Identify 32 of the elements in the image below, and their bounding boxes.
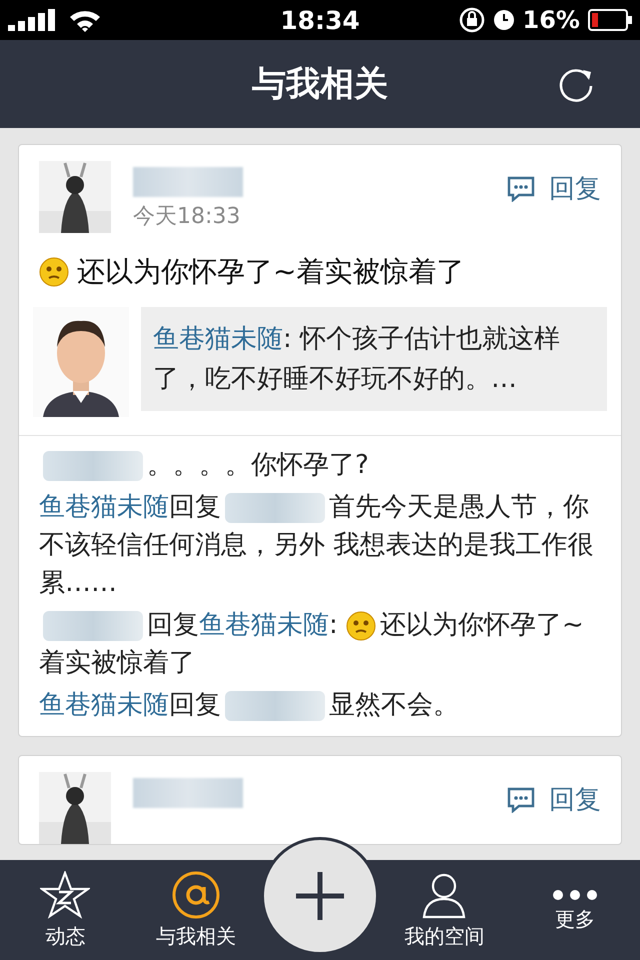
battery-icon — [588, 9, 632, 31]
page-title: 与我相关 — [252, 63, 388, 106]
tab-item[interactable]: 我的空间 — [379, 870, 510, 950]
comment-text: 回复鱼巷猫未随: 还以为你怀孕了~着实被惊着了 — [39, 609, 585, 680]
reply-button[interactable]: 回复 — [507, 772, 601, 817]
battery-percent: 16% — [522, 6, 580, 34]
at-sign-icon — [172, 870, 220, 918]
comment-text: 鱼巷猫未随回复 首先今天是愚人节，你不该轻信任何消息，另外 我想表达的是我工作很累…… — [39, 491, 594, 600]
post-text: 还以为你怀孕了~着实被惊着了 — [39, 253, 601, 291]
comment-icon — [507, 176, 535, 202]
user-link[interactable]: 鱼巷猫未随 — [153, 324, 283, 354]
alarm-icon — [492, 9, 515, 31]
user-link[interactable]: 鱼巷猫未随 — [39, 492, 169, 522]
tab-item[interactable]: 动态 — [0, 870, 130, 950]
star-icon — [40, 870, 90, 918]
comment-text: 。。。。你怀孕了? — [39, 446, 601, 484]
quoted-text: 鱼巷猫未随: 怀个孩子估计也就这样了，吃不好睡不好玩不好的。… — [141, 307, 607, 411]
more-icon — [550, 888, 599, 902]
tab-item[interactable]: 与我相关 — [130, 870, 261, 950]
tab-item[interactable]: 更多 — [510, 888, 640, 932]
user-link[interactable]: 鱼巷猫未随 — [199, 610, 329, 640]
emoji-icon — [39, 257, 69, 287]
comment-text: 鱼巷猫未随回复 显然不会。 — [39, 689, 460, 723]
wifi-icon — [68, 8, 102, 32]
rotation-lock-icon — [458, 7, 485, 33]
signal-icon — [8, 9, 58, 31]
user-link[interactable]: 鱼巷猫未随 — [39, 690, 169, 720]
emoji-icon — [346, 610, 376, 641]
comment-icon — [507, 786, 535, 812]
clock-time: 18:34 — [280, 6, 360, 34]
reply-button[interactable]: 回复 — [507, 161, 601, 206]
post-time: 今天18:33 — [133, 203, 242, 231]
